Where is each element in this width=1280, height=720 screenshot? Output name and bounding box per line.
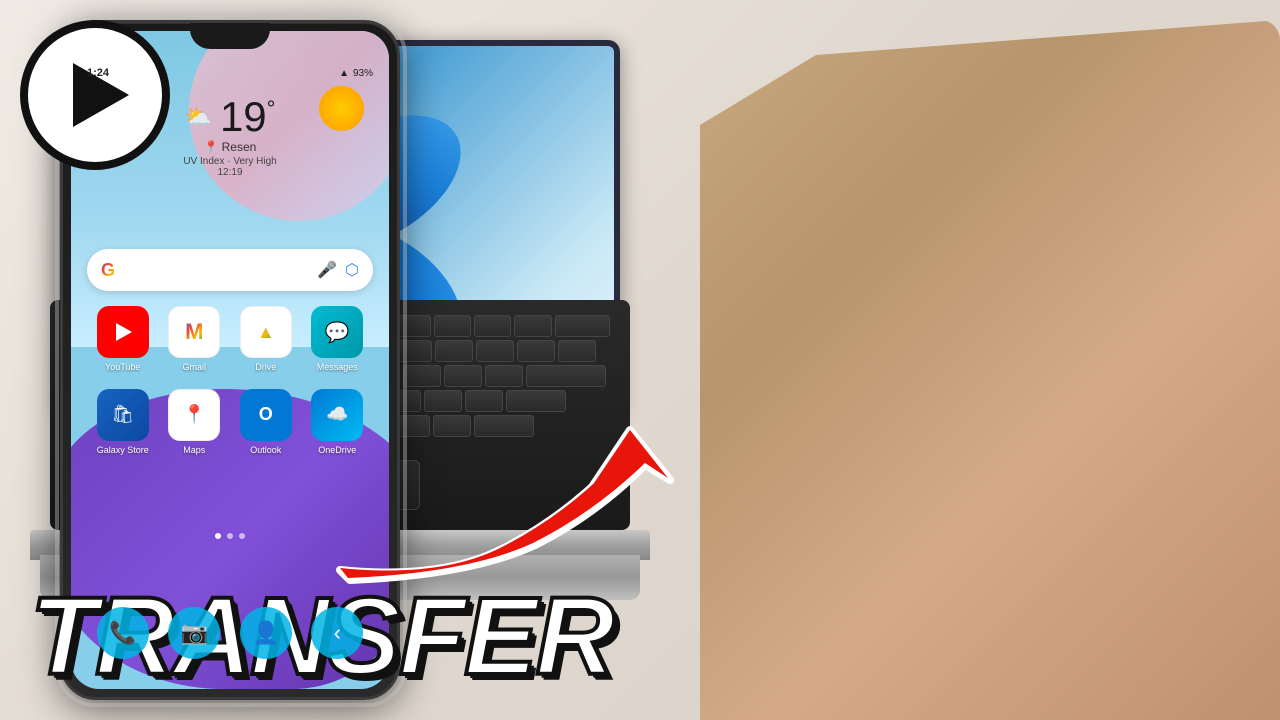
location-pin-icon: 📍 xyxy=(204,140,219,154)
status-icons: ▲ 93% xyxy=(339,68,373,79)
status-time: 1:24 xyxy=(87,67,109,79)
galaxy-store-app-icon: 🛍 xyxy=(97,389,149,441)
dock-back-icon[interactable]: ‹ xyxy=(311,607,363,659)
outlook-app-label: Outlook xyxy=(250,445,281,456)
galaxy-store-app-label: Galaxy Store xyxy=(97,445,149,456)
key xyxy=(485,365,523,387)
sun-decoration xyxy=(319,86,364,131)
gmail-app-label: Gmail xyxy=(182,362,206,373)
phone-call-icon: 📞 xyxy=(109,620,136,646)
maps-app-icon: 📍 xyxy=(168,389,220,441)
drive-triangle-icon: ▲ xyxy=(257,322,275,343)
play-button[interactable] xyxy=(20,20,170,170)
hand xyxy=(700,20,1280,720)
battery-icon: 93% xyxy=(353,68,373,79)
key xyxy=(403,365,441,387)
weather-temperature: 19° xyxy=(220,96,276,138)
onedrive-cloud-icon: ☁️ xyxy=(326,404,348,425)
voice-search-icon[interactable]: 🎤 xyxy=(317,260,337,280)
key xyxy=(526,365,606,387)
app-item-galaxy-store[interactable]: 🛍 Galaxy Store xyxy=(90,389,156,456)
phone-status-bar: 1:24 ▲ 93% xyxy=(71,59,389,87)
drive-app-label: Drive xyxy=(255,362,276,373)
galaxy-store-icon: 🛍 xyxy=(111,404,134,425)
google-logo: G xyxy=(101,260,115,281)
page-dot-1 xyxy=(215,533,221,539)
app-item-drive[interactable]: ▲ Drive xyxy=(233,306,299,373)
key xyxy=(424,390,462,412)
apps-row-2: 🛍 Galaxy Store 📍 Maps O O xyxy=(87,389,373,456)
key xyxy=(506,390,566,412)
maps-app-label: Maps xyxy=(183,445,205,456)
outlook-app-icon: O xyxy=(240,389,292,441)
onedrive-app-label: OneDrive xyxy=(318,445,356,456)
key xyxy=(555,315,610,337)
key xyxy=(465,390,503,412)
wifi-icon: ▲ xyxy=(339,68,349,79)
messages-app-label: Messages xyxy=(317,362,358,373)
dock-phone-icon[interactable]: 📞 xyxy=(97,607,149,659)
lens-search-icon[interactable]: ⬡ xyxy=(345,260,359,280)
apps-row-1: YouTube M Gmail ▲ Drive xyxy=(87,306,373,373)
key xyxy=(514,315,551,337)
page-dot-3 xyxy=(239,533,245,539)
youtube-app-icon xyxy=(97,306,149,358)
app-item-gmail[interactable]: M Gmail xyxy=(161,306,227,373)
messages-app-icon: 💬 xyxy=(311,306,363,358)
messages-chat-icon: 💬 xyxy=(325,320,350,345)
page-dot-2 xyxy=(227,533,233,539)
weather-widget: ⛅ 19° 📍 Resen UV Index · Very High 12:19 xyxy=(183,96,276,178)
key xyxy=(434,315,471,337)
weather-icon-area: ⛅ 19° xyxy=(183,96,276,138)
gmail-app-icon: M xyxy=(168,306,220,358)
weather-detail: UV Index · Very High 12:19 xyxy=(183,156,276,178)
key xyxy=(435,340,473,362)
key xyxy=(444,365,482,387)
key xyxy=(474,315,511,337)
scene: TRANSFER 1:24 ▲ 93% ⛅ xyxy=(0,0,1280,720)
app-item-youtube[interactable]: YouTube xyxy=(90,306,156,373)
app-item-maps[interactable]: 📍 Maps xyxy=(161,389,227,456)
key xyxy=(558,340,596,362)
phone-notch xyxy=(190,23,270,49)
phone-dock: 📞 📷 👤 ‹ xyxy=(87,607,373,659)
maps-pin-icon: 📍 xyxy=(183,404,205,425)
outlook-envelope-icon: O xyxy=(259,404,273,425)
onedrive-app-icon: ☁️ xyxy=(311,389,363,441)
apps-grid: YouTube M Gmail ▲ Drive xyxy=(87,306,373,472)
dock-contacts-icon[interactable]: 👤 xyxy=(240,607,292,659)
app-item-onedrive[interactable]: ☁️ OneDrive xyxy=(304,389,370,456)
camera-icon: 📷 xyxy=(181,620,208,646)
dock-camera-icon[interactable]: 📷 xyxy=(168,607,220,659)
weather-cloud-icon: ⛅ xyxy=(185,104,212,130)
gmail-m-icon: M xyxy=(185,319,203,345)
back-arrow-icon: ‹ xyxy=(334,620,341,646)
key xyxy=(476,340,514,362)
key xyxy=(517,340,555,362)
contacts-icon: 👤 xyxy=(252,620,279,646)
page-dots xyxy=(71,533,389,539)
weather-location: 📍 Resen xyxy=(183,140,276,154)
app-item-messages[interactable]: 💬 Messages xyxy=(304,306,370,373)
drive-app-icon: ▲ xyxy=(240,306,292,358)
google-search-bar[interactable]: G 🎤 ⬡ xyxy=(87,249,373,291)
youtube-play-icon xyxy=(116,323,132,341)
app-item-outlook[interactable]: O Outlook xyxy=(233,389,299,456)
youtube-app-label: YouTube xyxy=(105,362,140,373)
transfer-arrow xyxy=(320,410,700,590)
